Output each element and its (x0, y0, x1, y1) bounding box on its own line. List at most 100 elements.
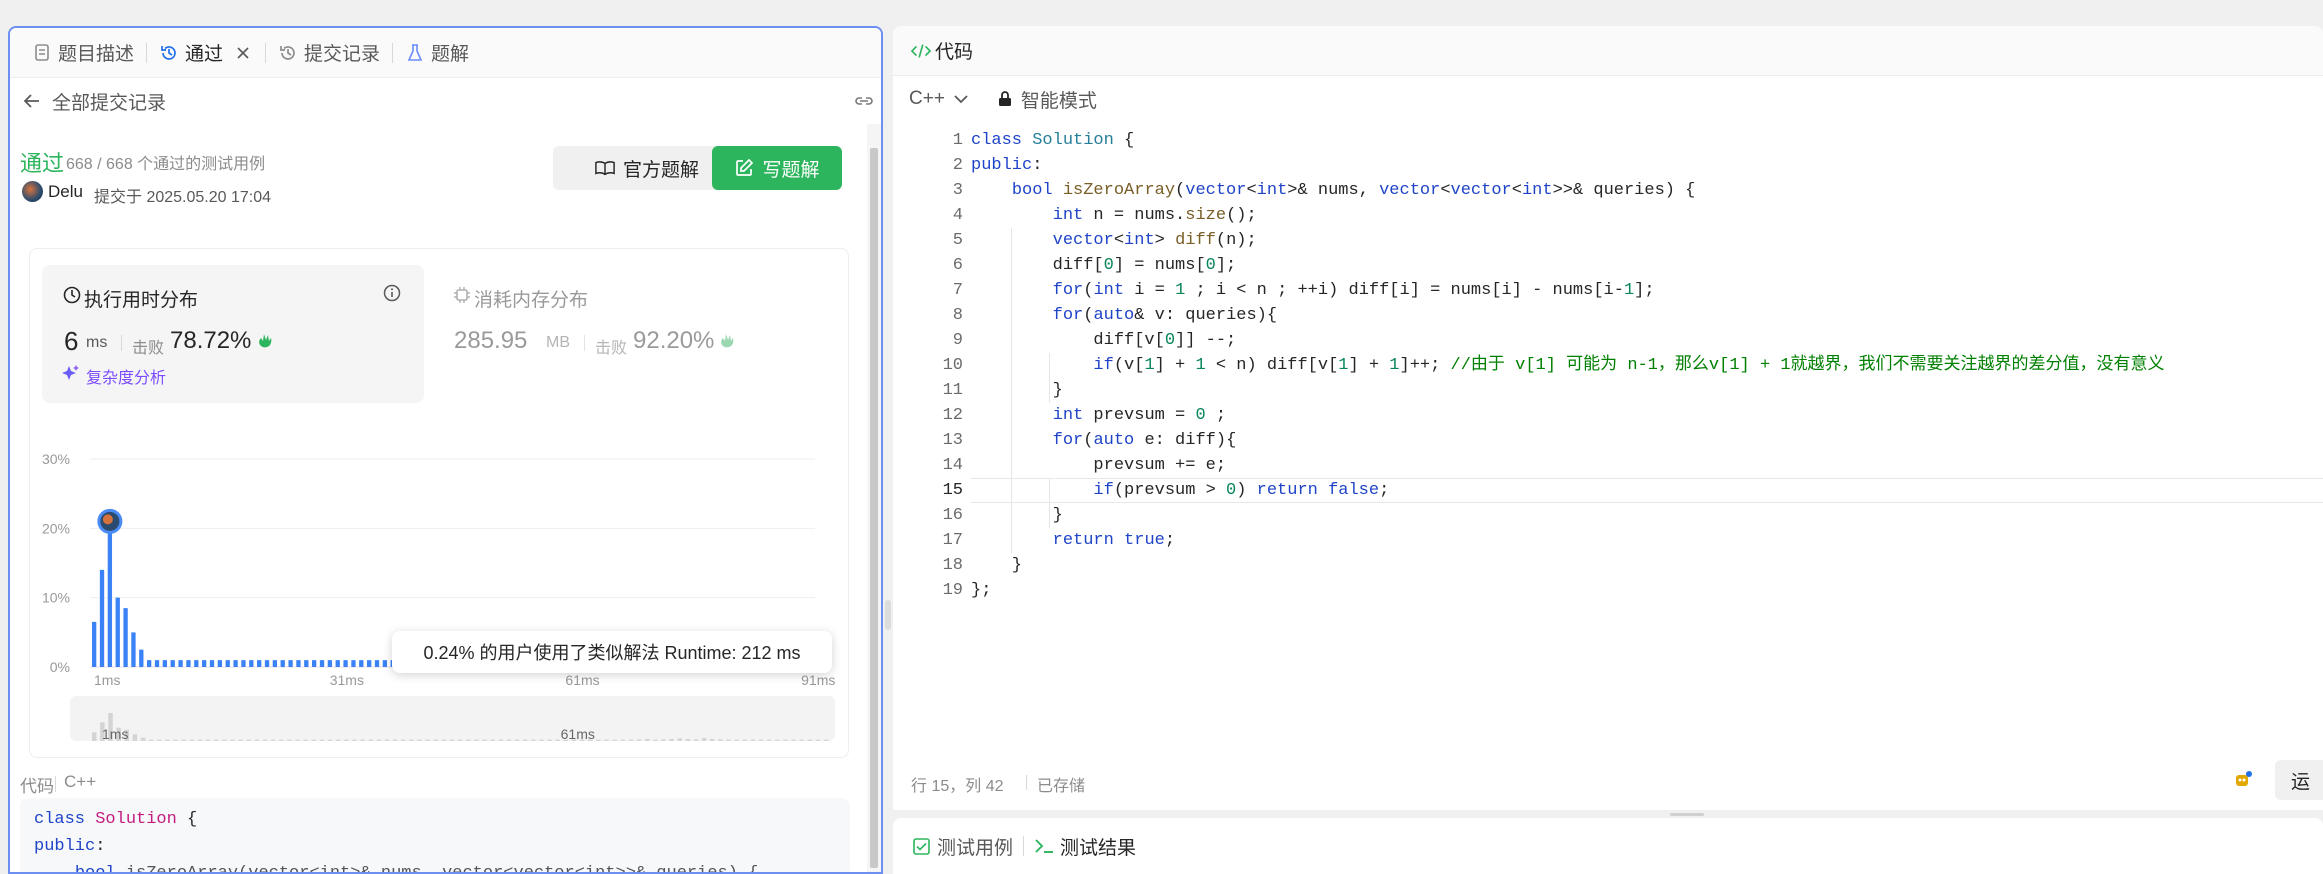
complexity-analysis-link[interactable]: 复杂度分析 (86, 364, 166, 388)
code-editor[interactable]: class Solution {public: bool isZeroArray… (971, 128, 2165, 603)
code-line[interactable]: int n = nums.size(); (971, 203, 2165, 228)
tab-description[interactable]: 题目描述 (24, 28, 142, 78)
overview-bar (254, 739, 260, 741)
code-token: 0 (1103, 256, 1114, 275)
write-solution-button[interactable]: 写题解 (712, 146, 842, 190)
code-line[interactable]: for(auto e: diff){ (971, 428, 2165, 453)
code-token: vector (1379, 181, 1441, 200)
overview-bar (189, 739, 195, 741)
overview-bar (433, 739, 439, 741)
line-number: 11 (942, 381, 963, 400)
username[interactable]: Delu (48, 182, 83, 202)
line-number: 4 (952, 206, 963, 225)
code-token: Solution (95, 810, 177, 829)
code-token: int (1093, 281, 1125, 300)
code-line[interactable]: bool isZeroArray(vector<int>& nums, vect… (971, 178, 2165, 203)
code-line[interactable]: }; (971, 578, 2165, 603)
link-icon[interactable] (852, 91, 876, 111)
language-select[interactable]: C++ (909, 88, 971, 110)
overview-bar (677, 738, 682, 741)
chart-bar (280, 660, 285, 667)
code-line[interactable]: int prevsum = 0 ; (971, 403, 2165, 428)
code-line[interactable]: vector<int> diff(n); (971, 228, 2165, 253)
code-token: int (1521, 181, 1553, 200)
checkbox-icon (911, 836, 931, 856)
overview-bar (815, 739, 821, 741)
chart-bar (154, 660, 160, 667)
status-divider (1026, 775, 1027, 790)
info-icon[interactable] (382, 283, 402, 303)
code-section-divider (55, 776, 56, 792)
code-preview-box: class Solution { public: bool isZeroArra… (20, 798, 850, 872)
runtime-unit: ms (86, 334, 108, 351)
tab-test-results-label: 测试结果 (1060, 837, 1137, 859)
y-tick-label: 30% (42, 451, 70, 467)
tab-divider (146, 42, 148, 63)
tab-submissions[interactable]: 提交记录 (270, 28, 388, 78)
left-scrollbar-thumb[interactable] (870, 148, 878, 868)
assistant-icon[interactable] (2233, 770, 2253, 790)
overview-bar (734, 739, 739, 741)
tab-test-results[interactable]: 测试结果 (1034, 833, 1136, 860)
chart-overview-background (70, 696, 835, 741)
overview-bar (555, 739, 560, 741)
overview-bar (718, 739, 723, 741)
history-icon (159, 43, 179, 63)
line-number: 17 (942, 531, 963, 550)
overview-bar (140, 737, 146, 741)
code-line[interactable]: } (971, 378, 2165, 403)
all-submissions-link[interactable]: 全部提交记录 (52, 88, 166, 115)
code-token: int (1052, 206, 1084, 225)
x-tick-label: 31ms (330, 672, 364, 688)
clap-icon (718, 331, 738, 351)
overview-x-tick-label: 61ms (561, 726, 595, 742)
window-top-strip (0, 0, 2323, 24)
arrow-left-icon[interactable] (22, 91, 42, 111)
tab-description-label: 题目描述 (58, 44, 135, 65)
code-line[interactable]: prevsum += e; (971, 453, 2165, 478)
tab-testcases[interactable]: 测试用例 (911, 833, 1013, 860)
chart-bar (147, 660, 152, 667)
runtime-beats-label: 击败 (132, 340, 165, 357)
tab-accepted[interactable]: 通过 (151, 28, 261, 78)
overview-bar (230, 739, 235, 741)
code-panel: 代码 C++ 智能模式 1 2 3 4 5 6 7 8 9 10 11 12 13 14 15 16 17 18 1… (893, 26, 2323, 810)
vertical-resize-handle[interactable] (1670, 813, 1704, 816)
overview-bar (644, 739, 650, 741)
code-line[interactable]: for(auto& v: queries){ (971, 303, 2165, 328)
memory-box[interactable]: 消耗内存分布 285.95 MB 击败 92.20% (440, 265, 835, 403)
overview-bar (653, 739, 658, 741)
chart-bar (92, 621, 97, 667)
run-button[interactable]: 运 (2275, 760, 2323, 800)
history-icon (278, 43, 298, 63)
lock-icon (995, 89, 1015, 109)
code-line[interactable]: if(v[1] + 1 < n) diff[v[1] + 1]++; //由于 … (971, 353, 2164, 378)
overview-bar (157, 739, 162, 741)
code-line[interactable]: public: (971, 153, 2165, 178)
code-line[interactable]: } (971, 553, 2165, 578)
code-line[interactable]: } (971, 503, 2165, 528)
code-token: auto (1093, 306, 1135, 325)
code-line[interactable]: if(prevsum > 0) return false; (971, 478, 2165, 503)
close-icon[interactable] (233, 43, 253, 63)
overview-bar (279, 739, 284, 741)
runtime-distribution-chart[interactable]: 30%20%10%0%1ms31ms61ms91ms122ms152ms182m… (30, 409, 840, 744)
official-solution-label: 官方题解 (622, 159, 699, 181)
code-line[interactable]: return true; (971, 528, 2165, 553)
line-number: 9 (952, 331, 963, 350)
code-line[interactable]: for(int i = 1 ; i < n ; ++i) diff[i] = n… (971, 278, 2165, 303)
panel-resize-handle[interactable] (885, 600, 891, 630)
code-line[interactable]: diff[v[0]] --; (971, 328, 2165, 353)
overview-bar (205, 739, 211, 741)
code-line[interactable]: diff[0] = nums[0]; (971, 253, 2165, 278)
tab-solutions[interactable]: 题解 (397, 28, 477, 78)
code-token: for (1052, 306, 1084, 325)
line-number: 7 (952, 281, 963, 300)
overview-bar (295, 739, 300, 741)
chart-tooltip: 0.24% 的用户使用了类似解法 Runtime: 212 ms (392, 631, 832, 673)
smart-mode-toggle[interactable]: 智能模式 (995, 86, 1097, 113)
code-line[interactable]: class Solution { (971, 128, 2165, 153)
memory-beats-label: 击败 (595, 340, 628, 357)
code-token: 1 (1623, 281, 1635, 300)
runtime-box[interactable]: 执行用时分布 6 ms 击败 78.72% 复杂度分析 (42, 265, 424, 403)
